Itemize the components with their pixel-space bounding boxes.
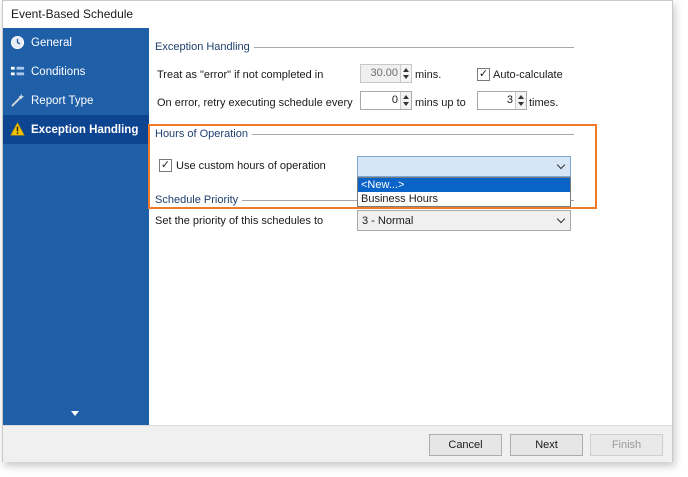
- sidebar-item-label: Report Type: [31, 94, 94, 107]
- hours-of-operation-select[interactable]: [357, 156, 571, 177]
- use-custom-hours-checkbox[interactable]: ✓: [159, 159, 172, 172]
- wand-icon: [9, 93, 25, 109]
- wizard-footer: Cancel Next Finish: [3, 425, 672, 462]
- exception-handling-header: Exception Handling: [155, 41, 254, 53]
- use-custom-hours-label: Use custom hours of operation: [176, 160, 326, 172]
- retry-unit: mins up to: [415, 97, 466, 109]
- dropdown-option-new[interactable]: <New...>: [358, 178, 570, 192]
- retry-times-stepper[interactable]: 3: [477, 91, 527, 110]
- retry-label: On error, retry executing schedule every: [157, 97, 353, 109]
- sidebar-scroll-down-icon[interactable]: [71, 411, 79, 416]
- treat-error-unit: mins.: [415, 69, 442, 81]
- priority-label: Set the priority of this schedules to: [155, 215, 324, 227]
- clock-icon: [9, 35, 25, 51]
- stepper-arrows[interactable]: [400, 65, 411, 82]
- sidebar-item-conditions[interactable]: Conditions: [3, 57, 149, 86]
- event-based-schedule-window: Event-Based Schedule General Conditions …: [2, 0, 673, 462]
- sidebar-item-label: General: [31, 36, 72, 49]
- cancel-button-label: Cancel: [448, 439, 483, 451]
- sidebar-item-general[interactable]: General: [3, 28, 149, 57]
- next-button[interactable]: Next: [510, 434, 583, 456]
- treat-error-stepper[interactable]: 30.00: [360, 64, 412, 83]
- warning-icon: [9, 122, 25, 138]
- window-title: Event-Based Schedule: [11, 7, 134, 21]
- content-panel: Exception Handling Treat as "error" if n…: [149, 28, 672, 425]
- sidebar-item-report-type[interactable]: Report Type: [3, 86, 149, 115]
- treat-error-value: 30.00: [370, 67, 398, 79]
- title-bar: Event-Based Schedule: [3, 1, 672, 28]
- auto-calculate-checkbox[interactable]: ✓: [477, 68, 490, 81]
- next-button-label: Next: [535, 439, 558, 451]
- sidebar-item-label: Exception Handling: [31, 123, 139, 136]
- times-unit: times.: [529, 97, 559, 109]
- conditions-icon: [9, 64, 25, 80]
- schedule-priority-header: Schedule Priority: [155, 194, 243, 206]
- dropdown-option-business-hours[interactable]: Business Hours: [358, 192, 570, 206]
- hours-dropdown-list: <New...> Business Hours: [357, 177, 571, 207]
- stepper-arrows[interactable]: [400, 92, 411, 109]
- sidebar-item-label: Conditions: [31, 65, 86, 78]
- auto-calculate-label: Auto-calculate: [493, 69, 563, 81]
- chevron-down-icon: [556, 160, 566, 170]
- retry-times-value: 3: [506, 94, 513, 106]
- hours-of-operation-header: Hours of Operation: [155, 128, 252, 140]
- priority-select[interactable]: 3 - Normal: [357, 210, 571, 231]
- chevron-down-icon: [556, 214, 566, 224]
- retry-interval-value: 0: [391, 94, 398, 106]
- priority-select-value: 3 - Normal: [362, 214, 414, 227]
- finish-button[interactable]: Finish: [590, 434, 663, 456]
- sidebar-item-exception-handling[interactable]: Exception Handling: [3, 115, 149, 144]
- cancel-button[interactable]: Cancel: [429, 434, 502, 456]
- stepper-arrows[interactable]: [515, 92, 526, 109]
- retry-interval-stepper[interactable]: 0: [360, 91, 412, 110]
- treat-error-label: Treat as "error" if not completed in: [157, 69, 324, 81]
- sidebar: General Conditions Report Type Exception…: [3, 28, 149, 425]
- finish-button-label: Finish: [611, 439, 642, 451]
